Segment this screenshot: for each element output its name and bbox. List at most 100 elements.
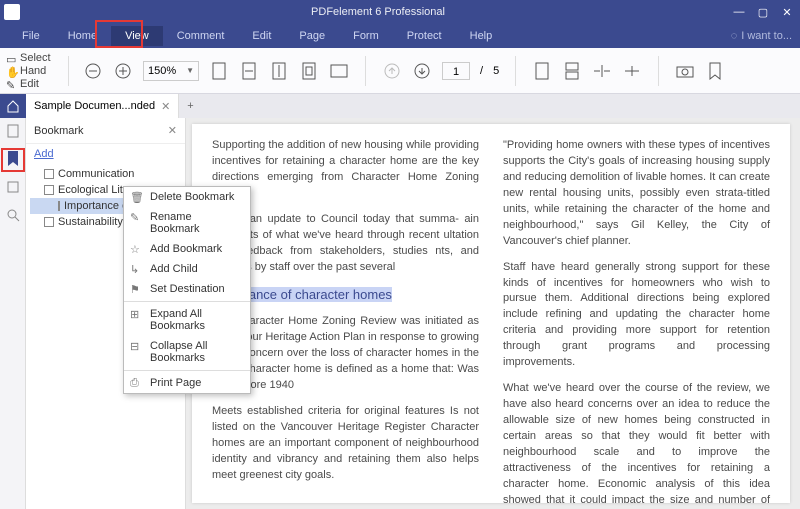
menu-edit[interactable]: Edit xyxy=(238,26,285,46)
thumbnails-tab[interactable] xyxy=(4,122,22,140)
bookmark-panel-title: Bookmark xyxy=(34,125,84,137)
bulb-icon: ◌ xyxy=(731,30,738,42)
work-area: Bookmark ✕ Add Communication Ecological … xyxy=(0,118,800,509)
hand-tool[interactable]: ✋ Hand xyxy=(6,65,62,77)
menu-file[interactable]: File xyxy=(8,26,54,46)
page-sep: / xyxy=(480,65,483,77)
menu-protect[interactable]: Protect xyxy=(393,26,456,46)
side-tabs xyxy=(0,118,26,509)
attachments-tab[interactable] xyxy=(4,178,22,196)
bookmark-context-menu: 🗑 Delete Bookmark ✎ Rename Bookmark ☆Add B… xyxy=(123,186,251,394)
pdf-page: Supporting the addition of new housing w… xyxy=(192,124,790,503)
i-want-label: I want to... xyxy=(741,30,792,42)
menu-home[interactable]: Home xyxy=(54,26,111,46)
ctx-label: Print Page xyxy=(150,377,201,389)
column-left: Supporting the addition of new housing w… xyxy=(212,138,479,489)
fit-page-button[interactable] xyxy=(299,61,319,81)
bookmark-icon xyxy=(44,185,54,195)
ctx-rename-bookmark[interactable]: ✎ Rename Bookmark xyxy=(124,207,250,239)
add-bookmark-link[interactable]: Add xyxy=(26,144,185,164)
hand-label: Hand xyxy=(20,65,46,77)
prev-page-button[interactable] xyxy=(382,61,402,81)
para: The Character Home Zoning Review was ini… xyxy=(212,314,479,394)
bookmark-label: Communication xyxy=(58,168,134,180)
ctx-label: Expand All Bookmarks xyxy=(150,308,205,332)
minimize-button[interactable]: — xyxy=(730,6,748,19)
app-logo xyxy=(4,4,20,20)
fit-height-button[interactable] xyxy=(269,61,289,81)
ctx-delete-bookmark[interactable]: 🗑 Delete Bookmark xyxy=(124,187,250,207)
document-tab-strip: Sample Documen...nded ✕ + xyxy=(0,94,800,118)
zoom-out-button[interactable] xyxy=(83,61,103,81)
title-bar: PDFelement 6 Professional — ▢ ✕ xyxy=(0,0,800,24)
single-page-button[interactable] xyxy=(532,61,552,81)
menu-help[interactable]: Help xyxy=(456,26,507,46)
ctx-collapse-all[interactable]: ⊟ Collapse All Bookmarks xyxy=(124,336,250,368)
page-total: 5 xyxy=(493,65,499,77)
zoom-level-select[interactable]: 150%▼ xyxy=(143,61,199,81)
zoom-in-button[interactable] xyxy=(113,61,133,81)
child-icon: ↳ xyxy=(130,263,142,275)
trash-icon: 🗑 xyxy=(130,191,142,203)
heading-highlighted: Importance of character homes xyxy=(212,286,479,305)
snapshot-button[interactable] xyxy=(675,61,695,81)
facing-button[interactable] xyxy=(592,61,612,81)
ctx-expand-all[interactable]: ⊞Expand All Bookmarks xyxy=(124,304,250,336)
close-button[interactable]: ✕ xyxy=(778,6,796,19)
pencil-icon: ✎ xyxy=(130,211,142,223)
ctx-label: Set Destination xyxy=(150,283,225,295)
para: What we've heard over the course of the … xyxy=(503,381,770,503)
doc-tab-label: Sample Documen...nded xyxy=(34,100,155,112)
menu-form[interactable]: Form xyxy=(339,26,393,46)
flag-icon: ⚑ xyxy=(130,283,142,295)
ctx-label: Add Child xyxy=(150,263,198,275)
close-panel-button[interactable]: ✕ xyxy=(168,124,177,137)
app-title: PDFelement 6 Professional xyxy=(26,6,730,18)
bookmark-icon xyxy=(44,169,54,179)
select-tool[interactable]: ▭ Select xyxy=(6,52,62,64)
facing-continuous-button[interactable] xyxy=(622,61,642,81)
new-tab-button[interactable]: + xyxy=(179,100,201,112)
next-page-button[interactable] xyxy=(412,61,432,81)
menu-comment[interactable]: Comment xyxy=(163,26,239,46)
edit-label: Edit xyxy=(20,78,39,90)
fit-width-button[interactable] xyxy=(239,61,259,81)
cursor-icon: ▭ xyxy=(6,53,16,63)
search-tab[interactable] xyxy=(4,206,22,224)
home-tab-button[interactable] xyxy=(0,94,26,118)
ctx-add-child[interactable]: ↳ Add Child xyxy=(124,259,250,279)
ctx-label: Delete Bookmark xyxy=(150,191,234,203)
chevron-down-icon: ▼ xyxy=(186,66,194,75)
para: Staff have heard generally strong suppor… xyxy=(503,260,770,372)
ctx-add-bookmark[interactable]: ☆Add Bookmark xyxy=(124,239,250,259)
i-want-to[interactable]: ◌ I want to... xyxy=(731,30,792,42)
ctx-set-destination[interactable]: ⚑ Set Destination xyxy=(124,279,250,299)
menu-view[interactable]: View xyxy=(111,26,163,46)
actual-size-button[interactable] xyxy=(209,61,229,81)
ctx-label: Collapse All Bookmarks xyxy=(150,340,207,364)
separator xyxy=(124,370,250,371)
continuous-button[interactable] xyxy=(562,61,582,81)
para: Meets established criteria for original … xyxy=(212,404,479,484)
edit-tool[interactable]: ✎ Edit xyxy=(6,78,62,90)
para: Supporting the addition of new housing w… xyxy=(212,138,479,202)
menu-bar: File Home View Comment Edit Page Form Pr… xyxy=(0,24,800,48)
menu-page[interactable]: Page xyxy=(285,26,339,46)
document-area: Supporting the addition of new housing w… xyxy=(186,118,800,509)
maximize-button[interactable]: ▢ xyxy=(754,6,772,19)
column-right: "Providing home owners with these types … xyxy=(503,138,770,489)
bookmark-ribbon-button[interactable] xyxy=(705,61,725,81)
ctx-label: Rename Bookmark xyxy=(150,211,200,235)
fullscreen-button[interactable] xyxy=(329,61,349,81)
hand-icon: ✋ xyxy=(6,66,16,76)
bookmark-node[interactable]: Communication xyxy=(30,166,181,182)
pencil-icon: ✎ xyxy=(6,79,16,89)
bookmark-icon xyxy=(44,217,54,227)
ctx-print-page[interactable]: ⎙ Print Page xyxy=(124,373,250,393)
close-tab-button[interactable]: ✕ xyxy=(161,100,170,113)
select-label: Select xyxy=(20,52,51,64)
document-tab[interactable]: Sample Documen...nded ✕ xyxy=(26,94,179,118)
collapse-icon: ⊟ xyxy=(130,340,142,352)
page-number-input[interactable]: 1 xyxy=(442,62,470,80)
print-icon: ⎙ xyxy=(130,377,142,389)
